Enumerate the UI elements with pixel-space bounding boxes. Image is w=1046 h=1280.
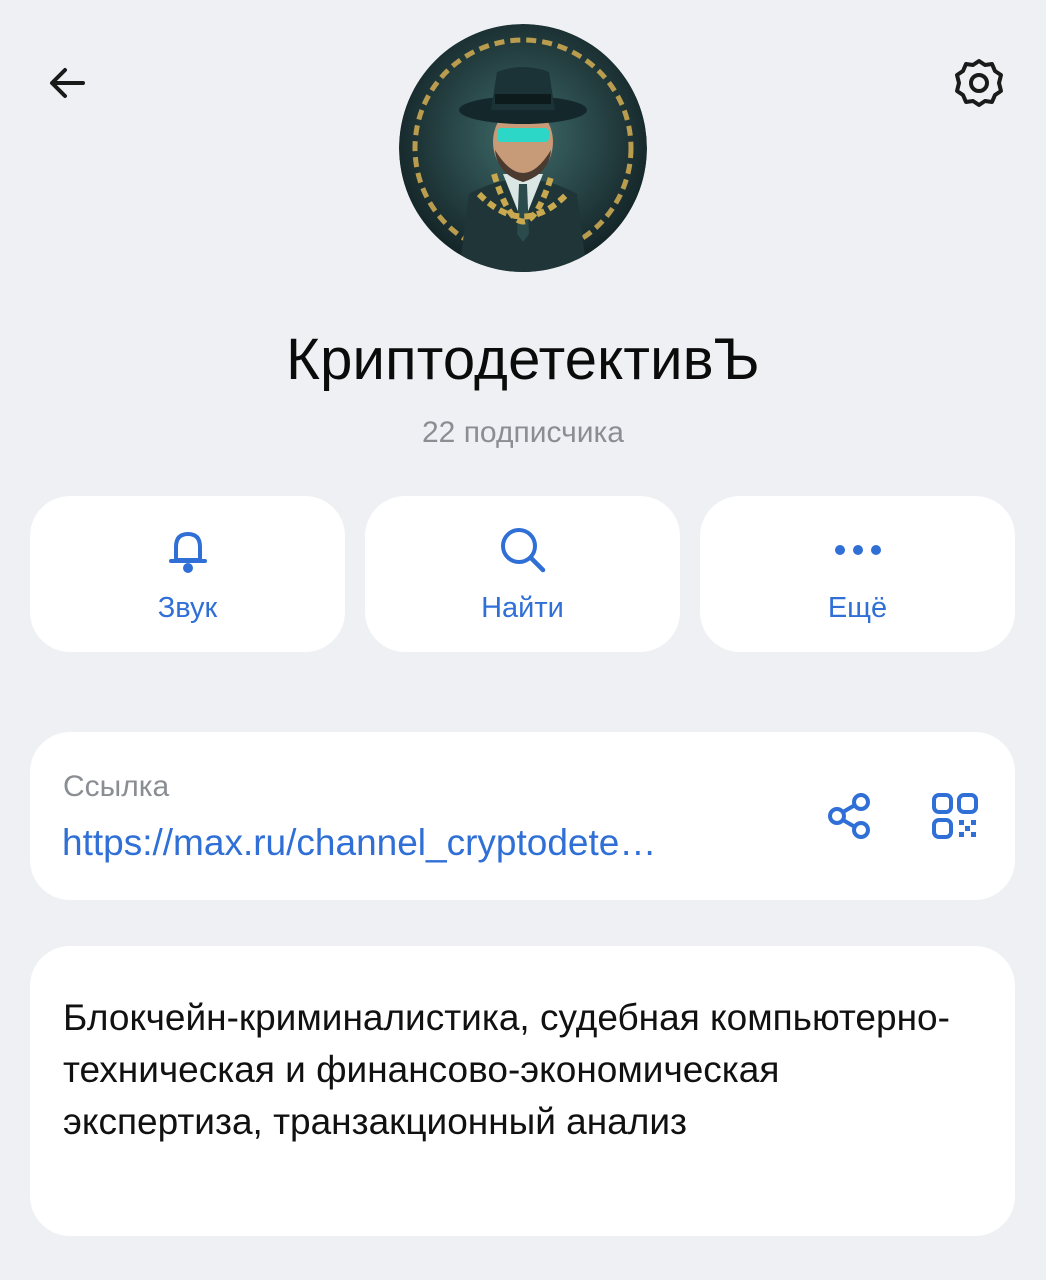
search-button[interactable]: Найти	[365, 496, 680, 652]
more-button[interactable]: Ещё	[700, 496, 1015, 652]
detective-avatar	[399, 24, 647, 272]
link-card: Ссылка https://max.ru/channel_cryptodete…	[30, 732, 1015, 900]
qr-code-icon	[932, 793, 978, 839]
sound-button[interactable]: Звук	[30, 496, 345, 652]
back-button[interactable]	[36, 52, 98, 114]
subscribers-count: 22 подписчика	[421, 416, 624, 449]
sound-button-label: Звук	[157, 592, 218, 624]
description-card: Блокчейн-криминалистика, судебная компью…	[30, 946, 1015, 1236]
search-icon	[500, 528, 545, 573]
qr-code-button[interactable]	[923, 784, 987, 848]
channel-link[interactable]: https://max.ru/channel_cryptodete…	[62, 822, 782, 864]
share-button[interactable]	[818, 784, 882, 848]
link-caption: Ссылка	[63, 770, 170, 803]
settings-button[interactable]	[948, 52, 1010, 114]
share-icon	[828, 793, 870, 839]
channel-description: Блокчейн-криминалистика, судебная компью…	[63, 997, 950, 1142]
search-button-label: Найти	[481, 592, 564, 624]
channel-title: КриптодетективЪ	[286, 327, 760, 392]
more-dots-icon	[834, 545, 881, 555]
more-button-label: Ещё	[827, 592, 888, 624]
gear-icon	[955, 59, 1003, 107]
channel-avatar[interactable]	[399, 24, 647, 272]
bell-icon	[168, 532, 207, 573]
arrow-left-icon	[50, 68, 85, 98]
action-bar: Звук Найти Ещё	[30, 496, 1015, 652]
